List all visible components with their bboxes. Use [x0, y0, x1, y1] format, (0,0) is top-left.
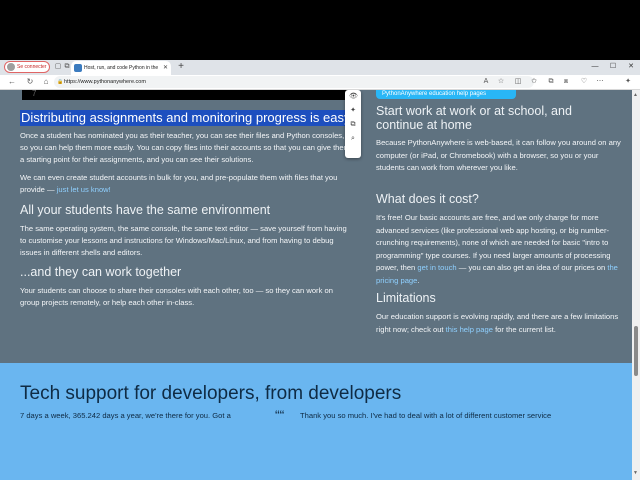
maximize-button[interactable]: ☐	[606, 62, 620, 72]
extensions-icon[interactable]: ⧈	[560, 76, 572, 88]
paragraph-consoles: Once a student has nominated you as thei…	[20, 131, 350, 164]
heading-start-work: Start work at work or at school, and con…	[376, 104, 572, 132]
avatar-icon	[7, 63, 15, 71]
url-text: https://www.pythonanywhere.com	[64, 79, 146, 85]
quote-icon: ““	[275, 407, 285, 423]
tech-support-title: Tech support for developers, from develo…	[20, 383, 402, 404]
tab-title: Host, run, and code Python in the	[84, 65, 159, 71]
code-block-edge: 7	[22, 90, 348, 100]
screen: Se connecter ▢ ⧉ Host, run, and code Pyt…	[0, 0, 640, 480]
heading-cost: What does it cost?	[376, 192, 479, 206]
get-in-touch-link[interactable]: get in touch	[417, 263, 456, 272]
split-screen-icon[interactable]: ◫	[512, 76, 524, 88]
scrollbar-thumb[interactable]	[634, 326, 638, 376]
copy-icon[interactable]: ⧉	[349, 120, 357, 130]
education-help-button[interactable]: PythonAnywhere education help pages	[376, 90, 516, 99]
paragraph-bulk-accounts: We can even create student accounts in b…	[20, 172, 354, 196]
lock-icon: 🔒	[57, 79, 64, 85]
window-close-button[interactable]: ✕	[624, 62, 638, 72]
cost-text-3: .	[417, 275, 420, 285]
pythonanywhere-favicon-icon	[74, 64, 82, 72]
scroll-down-icon[interactable]: ▼	[633, 470, 638, 476]
limitations-text-2: for the current list.	[492, 324, 556, 334]
profile-button[interactable]: Se connecter	[4, 61, 50, 73]
help-page-link[interactable]: this help page	[446, 325, 493, 334]
tab-close-icon[interactable]: ✕	[163, 61, 168, 75]
home-icon[interactable]: ⌂	[40, 76, 52, 88]
heading-same-environment: All your students have the same environm…	[20, 203, 271, 217]
page-content: 7 PythonAnywhere education help pages Di…	[0, 90, 632, 480]
paragraph-together: Your students can choose to share their …	[20, 286, 333, 307]
tech-support-section: Tech support for developers, from develo…	[0, 363, 632, 480]
search-icon[interactable]: ⌕	[349, 134, 357, 144]
profile-label: Se connecter	[17, 64, 47, 70]
favorite-star-icon[interactable]: ☆	[495, 76, 507, 88]
browser-tab[interactable]: Host, run, and code Python in the ✕	[71, 61, 171, 75]
selected-heading: Distributing assignments and monitoring …	[20, 110, 352, 126]
page-scrollbar[interactable]: ▲ ▼	[632, 90, 640, 480]
favorites-icon[interactable]: ✩	[528, 76, 540, 88]
testimonial-text: Thank you so much. I've had to deal with…	[300, 411, 552, 420]
minimize-button[interactable]: —	[588, 62, 602, 72]
tech-support-subtitle: 7 days a week, 365.242 days a year, we'r…	[20, 411, 231, 420]
paragraph-environment: The same operating system, the same cons…	[20, 224, 347, 257]
address-bar[interactable]: 🔒 https://www.pythonanywhere.com	[54, 76, 534, 88]
browser-essentials-icon[interactable]: ♡	[578, 76, 590, 88]
paragraph-cost: It's free! Our basic accounts are free, …	[376, 212, 628, 287]
copilot-icon[interactable]: ✦	[622, 76, 634, 88]
paragraph-start-work: Because PythonAnywhere is web-based, it …	[376, 138, 621, 172]
contact-link[interactable]: just let us know!	[57, 185, 111, 194]
scroll-up-icon[interactable]: ▲	[633, 92, 638, 98]
code-fragment: 7	[32, 90, 37, 98]
visual-search-icon[interactable]: 👁	[349, 92, 358, 102]
read-aloud-icon[interactable]: A	[480, 76, 492, 88]
heading-limitations: Limitations	[376, 291, 436, 305]
paragraph-limitations: Our education support is evolving rapidl…	[376, 311, 628, 336]
ask-copilot-icon[interactable]: ✦	[349, 106, 357, 116]
collections-icon[interactable]: ⧉	[545, 76, 557, 88]
selection-mini-menu: 👁 ✦ ⧉ ⌕	[345, 90, 361, 158]
cost-text-2: — you can also get an idea of our prices…	[456, 263, 608, 272]
refresh-icon[interactable]: ↻	[24, 76, 36, 88]
back-icon[interactable]: ←	[6, 76, 18, 88]
more-menu-icon[interactable]: ⋯	[594, 76, 606, 88]
new-tab-button[interactable]: +	[175, 61, 187, 73]
heading-work-together: ...and they can work together	[20, 265, 182, 279]
